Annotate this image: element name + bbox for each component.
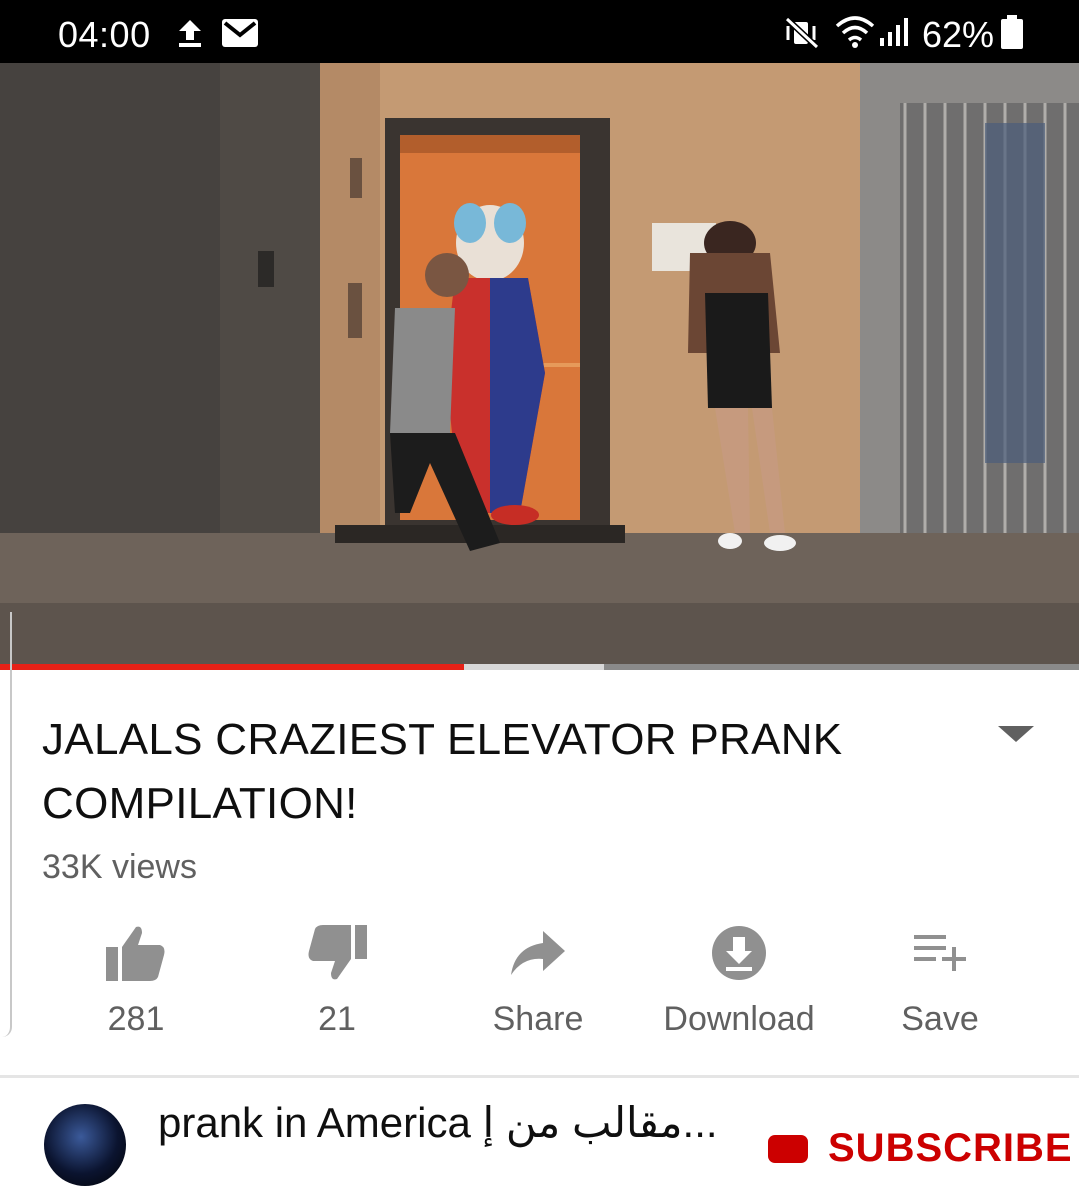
- download-button[interactable]: Download: [639, 918, 839, 1039]
- video-title: JALALS CRAZIEST ELEVATOR PRANK COMPILATI…: [42, 715, 843, 828]
- wifi-icon: [835, 16, 875, 48]
- download-label: Download: [663, 1000, 815, 1038]
- save-button[interactable]: Save: [840, 918, 1040, 1039]
- battery-percent: 62%: [922, 14, 995, 55]
- expand-description-icon[interactable]: [996, 722, 1036, 746]
- subscribe-label: SUBSCRIBE: [828, 1126, 1073, 1170]
- video-player[interactable]: [0, 63, 1079, 667]
- mail-icon: [222, 19, 258, 47]
- progress-bar[interactable]: [0, 664, 1079, 670]
- like-button[interactable]: 281: [36, 918, 236, 1039]
- share-label: Share: [492, 1000, 584, 1038]
- dislike-count: 21: [318, 1000, 356, 1038]
- download-icon: [712, 926, 766, 980]
- progress-played: [0, 664, 464, 670]
- save-playlist-icon: [914, 935, 966, 971]
- section-divider: [0, 1075, 1079, 1078]
- upload-icon: [179, 20, 201, 47]
- share-button[interactable]: Share: [438, 918, 638, 1039]
- battery-icon: [1001, 15, 1023, 49]
- mute-vibrate-icon: [784, 16, 820, 50]
- thumbs-down-icon: [308, 925, 367, 980]
- save-label: Save: [901, 1000, 979, 1038]
- channel-name[interactable]: prank in America مقالب من إ...: [158, 1098, 718, 1147]
- thumbs-up-icon: [106, 926, 165, 981]
- youtube-logo-icon: [768, 1134, 808, 1163]
- action-row: 281 21 Share Download Save: [36, 918, 1046, 1048]
- view-count: 33K views: [42, 848, 197, 886]
- sheet-edge: [0, 612, 12, 1037]
- video-frame: [0, 63, 1079, 667]
- channel-avatar[interactable]: [44, 1104, 126, 1186]
- subscribe-button[interactable]: SUBSCRIBE: [768, 1126, 1073, 1171]
- share-icon: [511, 931, 565, 975]
- signal-icon: [880, 18, 908, 46]
- like-count: 281: [107, 1000, 165, 1038]
- status-time: 04:00: [58, 14, 151, 55]
- dislike-button[interactable]: 21: [237, 918, 437, 1039]
- status-bar: 04:00 62%: [0, 0, 1079, 63]
